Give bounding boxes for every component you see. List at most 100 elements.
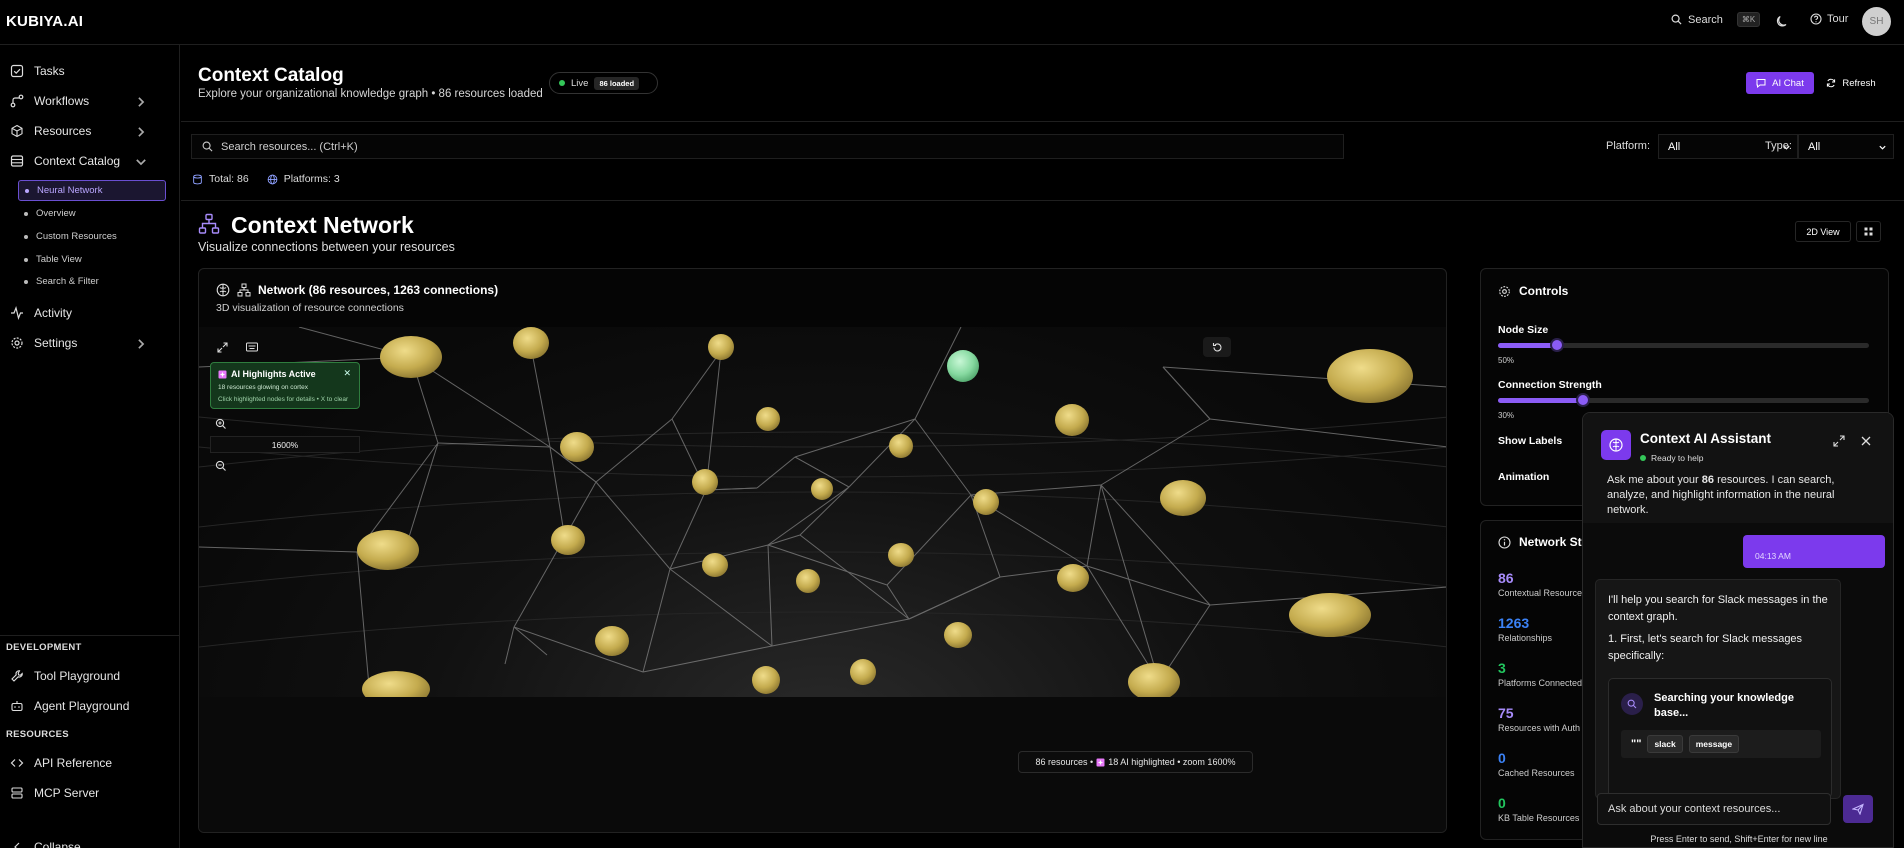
show-labels-label[interactable]: Show Labels: [1498, 435, 1562, 447]
search-placeholder: Search resources... (Ctrl+K): [221, 140, 358, 153]
connection-strength-slider[interactable]: [1498, 393, 1869, 407]
graph-node[interactable]: [889, 434, 913, 458]
tour-label: Tour: [1827, 13, 1849, 25]
sidebar-item-settings[interactable]: Settings: [10, 332, 170, 354]
sidebar-item-mcp-server[interactable]: MCP Server: [10, 782, 170, 804]
graph-node[interactable]: [888, 543, 914, 567]
keyboard-button[interactable]: [243, 339, 261, 355]
sidebar-item-agent-playground[interactable]: Agent Playground: [10, 695, 170, 717]
sidebar-item-tasks[interactable]: Tasks: [10, 60, 170, 82]
bullet-icon: [25, 188, 29, 193]
cube-icon: [11, 124, 23, 138]
graph-node[interactable]: [752, 666, 780, 694]
graph-node[interactable]: [362, 671, 430, 697]
tour-button[interactable]: Tour: [1810, 13, 1848, 25]
connection-strength-label: Connection Strength: [1498, 379, 1602, 391]
graph-node-highlighted[interactable]: [947, 350, 979, 382]
network-graph[interactable]: [199, 327, 1447, 697]
grid-view-button[interactable]: [1856, 221, 1881, 242]
fullscreen-button[interactable]: [213, 339, 231, 355]
sidebar-item-api-reference[interactable]: API Reference: [10, 752, 170, 774]
sidebar-subitem-neural-network[interactable]: Neural Network: [18, 180, 166, 201]
database-icon: [10, 155, 24, 167]
sidebar-item-workflows[interactable]: Workflows: [10, 90, 170, 112]
close-icon[interactable]: ✕: [343, 368, 351, 379]
gear-icon: [1499, 285, 1510, 297]
graph-node[interactable]: [1128, 663, 1180, 697]
stat-label: Cached Resources: [1498, 768, 1575, 778]
graph-node[interactable]: [380, 336, 442, 378]
network-panel: Network (86 resources, 1263 connections)…: [198, 268, 1447, 833]
global-search-button[interactable]: Search ⌘K: [1671, 12, 1761, 27]
ai-highlights-line2: Click highlighted nodes for details • X …: [218, 396, 349, 403]
stat-value: 3: [1498, 660, 1506, 676]
graph-node[interactable]: [551, 525, 585, 555]
graph-node[interactable]: [1160, 480, 1206, 516]
network-canvas[interactable]: AI Highlights Active 18 resources glowin…: [199, 327, 1447, 697]
graph-node[interactable]: [1057, 564, 1089, 592]
graph-node[interactable]: [796, 569, 820, 593]
graph-node[interactable]: [708, 334, 734, 360]
graph-node[interactable]: [560, 432, 594, 462]
sidebar-item-activity[interactable]: Activity: [10, 302, 170, 324]
sidebar-collapse-button[interactable]: Collapse: [10, 836, 170, 848]
refresh-button[interactable]: Refresh: [1821, 72, 1881, 94]
avatar[interactable]: SH: [1862, 7, 1891, 36]
sidebar-subitem-overview[interactable]: Overview: [18, 203, 166, 224]
section-label-resources: RESOURCES: [6, 729, 69, 740]
animation-label[interactable]: Animation: [1498, 471, 1549, 483]
close-icon[interactable]: [1860, 435, 1872, 447]
type-filter-label: Type:: [1765, 140, 1792, 152]
zoom-out-icon[interactable]: [215, 460, 227, 472]
platform-filter-label: Platform:: [1606, 140, 1651, 152]
type-select[interactable]: All: [1798, 134, 1894, 159]
zoom-in-icon[interactable]: [215, 418, 227, 430]
sidebar-item-label: Tasks: [34, 64, 65, 78]
ai-assistant-title: Context AI Assistant: [1640, 431, 1772, 446]
ai-assistant-panel: Context AI Assistant Ready to help Ask m…: [1582, 412, 1894, 848]
graph-node[interactable]: [944, 622, 972, 648]
graph-node[interactable]: [1327, 349, 1413, 403]
graph-node[interactable]: [702, 553, 728, 577]
graph-node[interactable]: [850, 659, 876, 685]
sidebar-item-tool-playground[interactable]: Tool Playground: [10, 665, 170, 687]
sidebar-item-label: MCP Server: [34, 786, 100, 800]
ai-chat-button[interactable]: AI Chat: [1746, 72, 1814, 94]
page-title: Context Catalog: [198, 65, 344, 86]
sidebar-subitem-custom-resources[interactable]: Custom Resources: [18, 226, 166, 247]
graph-node[interactable]: [1289, 593, 1371, 637]
graph-node[interactable]: [513, 327, 549, 359]
nodes[interactable]: [357, 327, 1413, 697]
graph-node[interactable]: [595, 626, 629, 656]
network-panel-header: Network (86 resources, 1263 connections): [216, 283, 498, 297]
resource-search-input[interactable]: Search resources... (Ctrl+K): [191, 134, 1344, 159]
graph-node[interactable]: [357, 530, 419, 570]
connection-strength-thumb[interactable]: [1576, 393, 1591, 407]
moon-icon[interactable]: [1775, 13, 1791, 29]
sparkle-icon: [218, 370, 227, 378]
graph-node[interactable]: [756, 407, 780, 431]
checkbox-icon: [10, 64, 24, 78]
sidebar-item-label: Agent Playground: [34, 699, 130, 713]
graph-node[interactable]: [811, 478, 833, 500]
sidebar-subitem-table-view[interactable]: Table View: [18, 249, 166, 270]
graph-node[interactable]: [973, 489, 999, 515]
ai-chat-input[interactable]: Ask about your context resources...: [1597, 793, 1831, 825]
node-size-thumb[interactable]: [1550, 338, 1565, 352]
network-subtitle: Visualize connections between your resou…: [198, 240, 455, 254]
sidebar-subitem-search-filter[interactable]: Search & Filter: [18, 271, 166, 292]
node-size-label: Node Size: [1498, 324, 1549, 336]
stat-value: 0: [1498, 795, 1506, 811]
node-size-slider[interactable]: [1498, 338, 1869, 352]
sidebar-item-context-catalog[interactable]: Context Catalog: [10, 150, 170, 172]
quote-icon: "": [1631, 738, 1642, 750]
send-button[interactable]: [1843, 795, 1873, 823]
graph-node[interactable]: [1055, 404, 1089, 436]
2d-view-button[interactable]: 2D View: [1795, 221, 1851, 242]
sidebar-item-resources[interactable]: Resources: [10, 120, 170, 142]
keyword-chip: message: [1688, 735, 1740, 753]
logo[interactable]: KUBIYA.AI: [6, 13, 83, 30]
reset-view-button[interactable]: [1203, 337, 1231, 357]
expand-icon[interactable]: [1833, 435, 1845, 447]
graph-node[interactable]: [692, 469, 718, 495]
